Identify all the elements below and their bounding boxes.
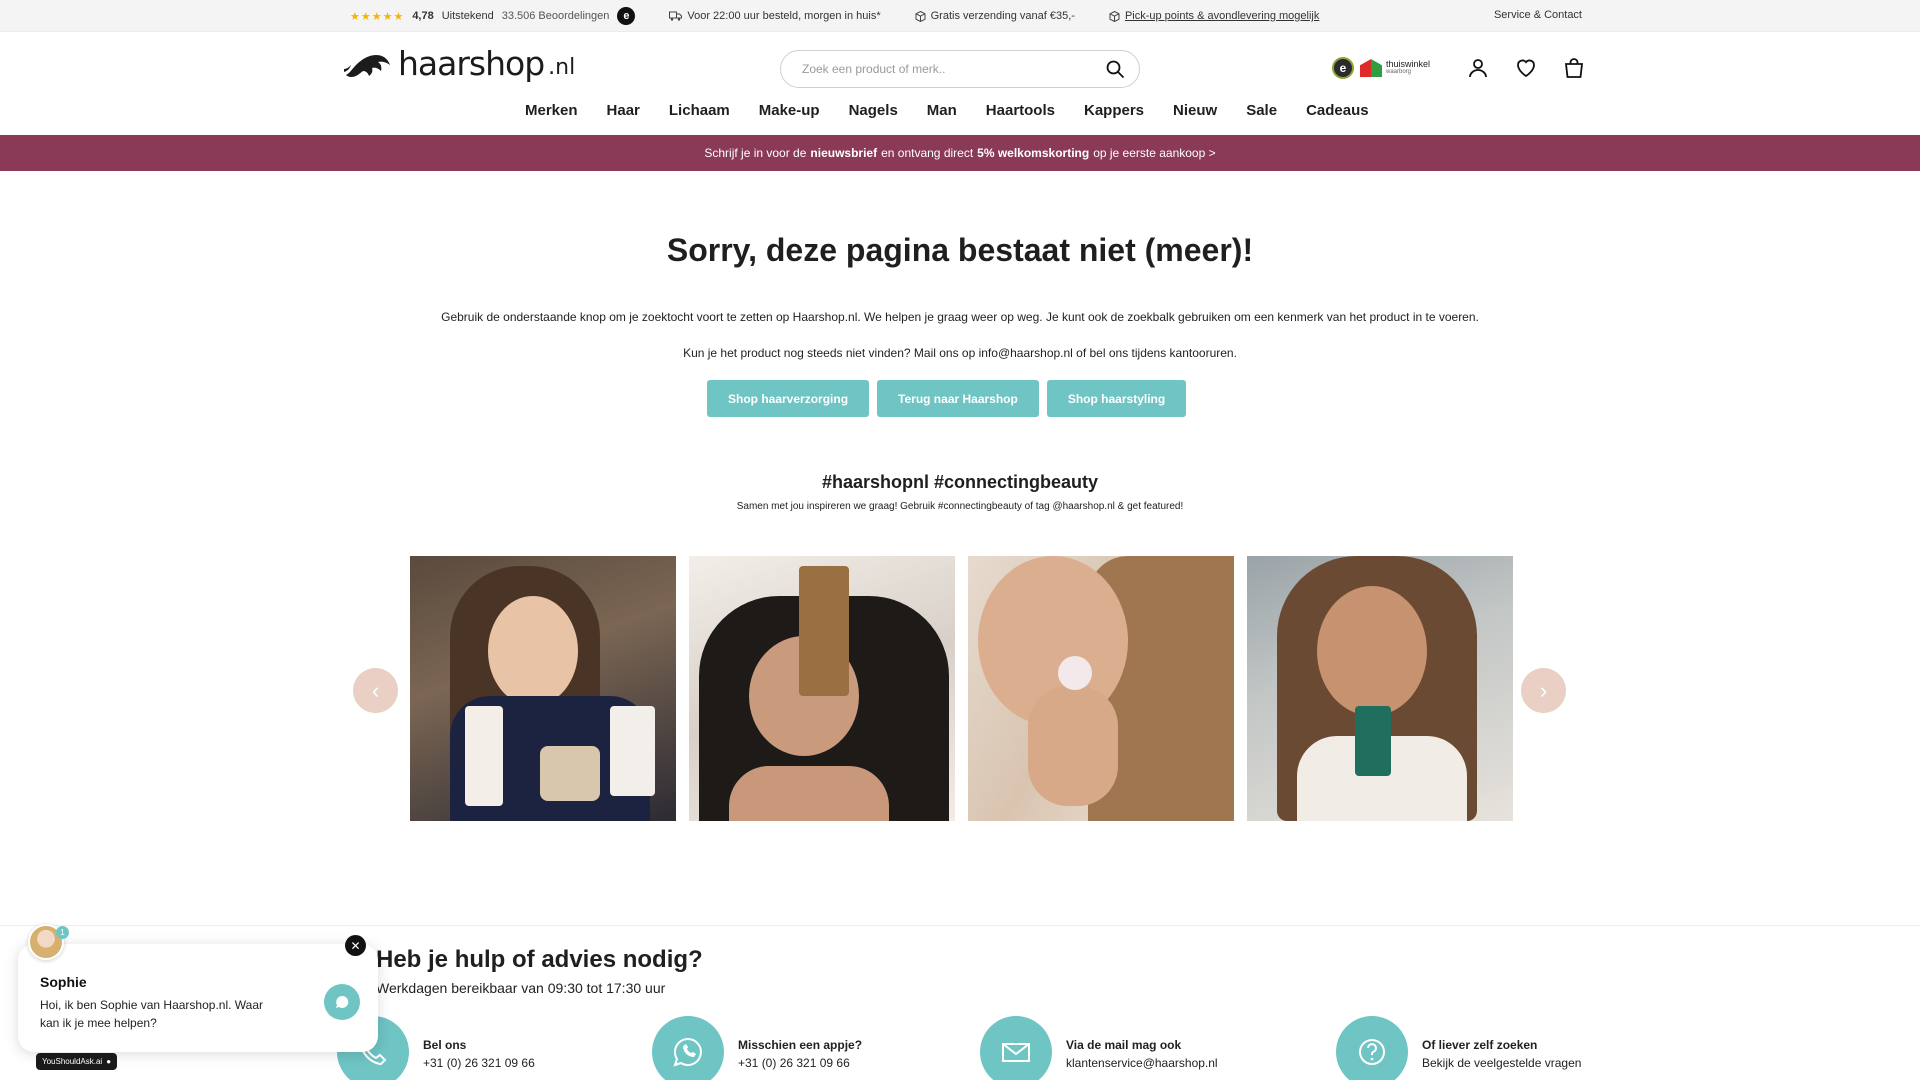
usp-delivery-text: Voor 22:00 uur besteld, morgen in huis* — [687, 10, 881, 22]
account-icon[interactable] — [1466, 56, 1490, 80]
thuiswinkel-badge[interactable]: thuiswinkel waarborg — [1360, 59, 1430, 77]
chat-close-button[interactable]: ✕ — [345, 935, 366, 956]
package-icon — [915, 10, 926, 22]
nav-item-nagels[interactable]: Nagels — [849, 102, 898, 119]
thuiswinkel-house-icon — [1360, 59, 1382, 77]
hashtag-subtitle: Samen met jou inspireren we graag! Gebru… — [736, 501, 1184, 512]
nav-item-cadeaus[interactable]: Cadeaus — [1306, 102, 1369, 119]
search-input[interactable] — [802, 62, 1105, 76]
chat-popup[interactable]: Sophie Hoi, ik ben Sophie van Haarshop.n… — [18, 935, 378, 1052]
help-hours: Werkdagen bereikbaar van 09:30 tot 17:30… — [376, 980, 666, 996]
contact-detail: Bekijk de veelgestelde vragen — [1422, 1056, 1582, 1070]
contact-paragraph: Kun je het product nog steeds niet vinde… — [683, 346, 1237, 360]
carousel-photo-2[interactable] — [689, 556, 955, 821]
thuiswinkel-sub: waarborg — [1386, 69, 1412, 75]
action-buttons: Shop haarverzorging Terug naar Haarshop … — [707, 380, 1187, 417]
powered-by-badge[interactable]: YouShouldAsk.ai ● — [36, 1053, 118, 1070]
contact-mail[interactable]: Via de mail mag ook klantenservice@haarsh… — [980, 1016, 1218, 1080]
carousel-photo-1[interactable] — [410, 556, 676, 821]
usp-delivery: Voor 22:00 uur besteld, morgen in huis* — [669, 10, 881, 22]
newsletter-banner[interactable]: Schrijf je in voor de nieuwsbrief en ont… — [0, 135, 1920, 171]
ekomi-badge-icon: e — [1332, 57, 1354, 79]
usp-shipping: Gratis verzending vanaf €35,- — [915, 10, 1075, 22]
search-icon[interactable] — [1105, 59, 1125, 79]
whatsapp-icon — [652, 1016, 724, 1080]
shopping-bag-icon[interactable] — [1562, 56, 1586, 80]
header-icons — [1466, 56, 1586, 80]
help-title: Heb je hulp of advies nodig? — [376, 946, 703, 973]
header: haarshop .nl e thuiswinkelwaarborg Merke… — [0, 32, 1920, 135]
contact-title: Misschien een appje? — [738, 1038, 863, 1052]
logo-tld: .nl — [548, 55, 576, 80]
heart-icon[interactable] — [1514, 56, 1538, 80]
rating-widget[interactable]: ★★★★★ 4,78 Uitstekend 33.506 Beoordeling… — [350, 7, 636, 25]
chat-message: Hoi, ik ben Sophie van Haarshop.nl. Waar… — [40, 998, 264, 1030]
powered-by-text: YouShouldAsk.ai — [42, 1057, 103, 1066]
contact-faq[interactable]: Of liever zelf zoeken Bekijk de veelgeste… — [1336, 1016, 1581, 1080]
nav-item-haar[interactable]: Haar — [607, 102, 640, 119]
contact-detail: +31 (0) 26 321 09 66 — [738, 1056, 850, 1070]
contact-title: Bel ons — [423, 1038, 467, 1052]
chat-bubble-icon[interactable] — [324, 984, 360, 1020]
terug-naar-haarshop-button[interactable]: Terug naar Haarshop — [877, 380, 1039, 417]
carousel-photo-3[interactable] — [968, 556, 1234, 821]
usp-pickup[interactable]: Pick-up points & avondlevering mogelijk — [1109, 10, 1319, 22]
page-title: Sorry, deze pagina bestaat niet (meer)! — [666, 232, 1254, 268]
nav-item-sale[interactable]: Sale — [1246, 102, 1277, 119]
shop-haarstyling-button[interactable]: Shop haarstyling — [1046, 380, 1187, 417]
rating-score: 4,78 — [412, 10, 434, 22]
question-icon — [1336, 1016, 1408, 1080]
top-bar: ★★★★★ 4,78 Uitstekend 33.506 Beoordeling… — [0, 0, 1920, 32]
nav-item-kappers[interactable]: Kappers — [1084, 102, 1144, 119]
promo-discount: 5% welkomskorting — [977, 146, 1090, 160]
nav-item-lichaam[interactable]: Lichaam — [669, 102, 730, 119]
review-count: 33.506 Beoordelingen — [501, 10, 610, 22]
hashtag-heading: #haarshopnl #connectingbeauty — [821, 472, 1099, 492]
hair-silhouette-icon — [344, 54, 390, 77]
section-divider — [0, 925, 1920, 926]
mail-icon — [980, 1016, 1052, 1080]
instagram-carousel — [410, 556, 1513, 821]
logo-word: haarshop — [398, 44, 545, 83]
chat-unread-badge: 1 — [56, 926, 69, 939]
package-icon — [1109, 10, 1120, 22]
promo-text-pre: Schrijf je in voor de — [704, 146, 807, 160]
contact-whatsapp[interactable]: Misschien een appje? +31 (0) 26 321 09 66 — [652, 1016, 862, 1080]
nav-item-haartools[interactable]: Haartools — [986, 102, 1055, 119]
truck-icon — [669, 11, 683, 21]
search-bar[interactable] — [780, 50, 1140, 88]
carousel-photo-4[interactable] — [1247, 556, 1513, 821]
promo-text-post: op je eerste aankoop > — [1093, 146, 1216, 160]
trusted-shops-icon: e — [617, 7, 636, 25]
chat-agent-name: Sophie — [40, 974, 87, 990]
rating-word: Uitstekend — [441, 10, 494, 22]
contact-detail: klantenservice@haarshop.nl — [1066, 1056, 1218, 1070]
stars-icon: ★★★★★ — [350, 10, 405, 23]
nav-item-make-up[interactable]: Make-up — [759, 102, 820, 119]
shop-haarverzorging-button[interactable]: Shop haarverzorging — [707, 380, 870, 417]
usp-pickup-link[interactable]: Pick-up points & avondlevering mogelijk — [1125, 10, 1319, 22]
carousel-prev-button[interactable]: ‹ — [353, 668, 398, 713]
logo[interactable]: haarshop .nl — [342, 44, 575, 83]
trust-badges: e thuiswinkel waarborg — [1332, 57, 1430, 79]
nav-item-merken[interactable]: Merken — [525, 102, 578, 119]
usp-shipping-text: Gratis verzending vanaf €35,- — [930, 10, 1075, 22]
promo-text-mid: en ontvang direct — [881, 146, 974, 160]
promo-newsletter: nieuwsbrief — [810, 146, 878, 160]
intro-paragraph: Gebruik de onderstaande knop om je zoekt… — [441, 310, 1479, 324]
service-contact-link[interactable]: Service & Contact — [1494, 9, 1582, 21]
carousel-next-button[interactable]: › — [1521, 668, 1566, 713]
contact-title: Via de mail mag ook — [1066, 1038, 1182, 1052]
nav-item-nieuw[interactable]: Nieuw — [1173, 102, 1217, 119]
chat-small-icon: ● — [106, 1057, 112, 1066]
nav-item-man[interactable]: Man — [927, 102, 957, 119]
contact-detail: +31 (0) 26 321 09 66 — [423, 1056, 535, 1070]
contact-title: Of liever zelf zoeken — [1422, 1038, 1538, 1052]
